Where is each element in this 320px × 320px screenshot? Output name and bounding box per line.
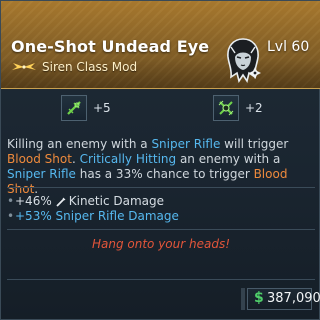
class-mod-label: Siren Class Mod [42, 60, 138, 74]
item-level: Lvl 60 [267, 39, 310, 55]
divider [7, 187, 315, 188]
skill-bonus-value: +5 [93, 101, 111, 115]
item-stats: • +46% Kinetic Damage • +53% Sniper Rifl… [7, 194, 313, 224]
desc-text: Killing an enemy with a [7, 137, 152, 151]
skill-bonus-1: +5 [61, 95, 111, 121]
item-name: One-Shot Undead Eye [11, 37, 210, 56]
desc-text: an enemy with a [176, 152, 281, 166]
kinetic-damage-icon [56, 197, 66, 207]
skill-bonus-2: +2 [213, 95, 263, 121]
stat-value: +46% [15, 194, 52, 208]
desc-keyword: Blood Shot [7, 152, 72, 166]
item-card: One-Shot Undead Eye Siren Class Mod Lvl … [0, 0, 320, 320]
item-description: Killing an enemy with a Sniper Rifle wil… [7, 137, 313, 197]
desc-text: . [71, 152, 80, 166]
stat-bullet: • [7, 194, 15, 208]
item-header: One-Shot Undead Eye Siren Class Mod Lvl … [1, 1, 320, 89]
class-mod-row: Siren Class Mod [11, 58, 137, 76]
price-value: 387,090 [267, 291, 320, 306]
desc-text: will trigger [220, 137, 289, 151]
desc-keyword: Sniper Rifle [151, 137, 221, 151]
skill-bonuses: +5 +2 [1, 93, 320, 129]
siren-wings-icon [12, 63, 36, 70]
desc-keyword: Critically Hitting [79, 152, 177, 166]
money-icon: $ [254, 290, 264, 306]
stat-label: Kinetic Damage [68, 194, 165, 208]
skill-bonus-value: +2 [245, 101, 263, 115]
desc-keyword: Sniper Rifle [7, 167, 76, 181]
stat-value: +53% Sniper Rifle Damage [15, 209, 179, 223]
flavor-text: Hang onto your heads! [91, 237, 231, 251]
price-tick [241, 288, 245, 310]
crossed-skill-icon [213, 95, 239, 121]
stat-bullet: • [7, 209, 15, 223]
stat-row: • +53% Sniper Rifle Damage [7, 209, 313, 224]
stat-row: • +46% Kinetic Damage [7, 194, 313, 209]
siren-portrait-icon [227, 38, 261, 83]
sniper-skill-icon [61, 95, 87, 121]
divider [7, 229, 315, 230]
desc-text: has a 33% chance to trigger [75, 167, 254, 181]
divider [7, 279, 315, 280]
